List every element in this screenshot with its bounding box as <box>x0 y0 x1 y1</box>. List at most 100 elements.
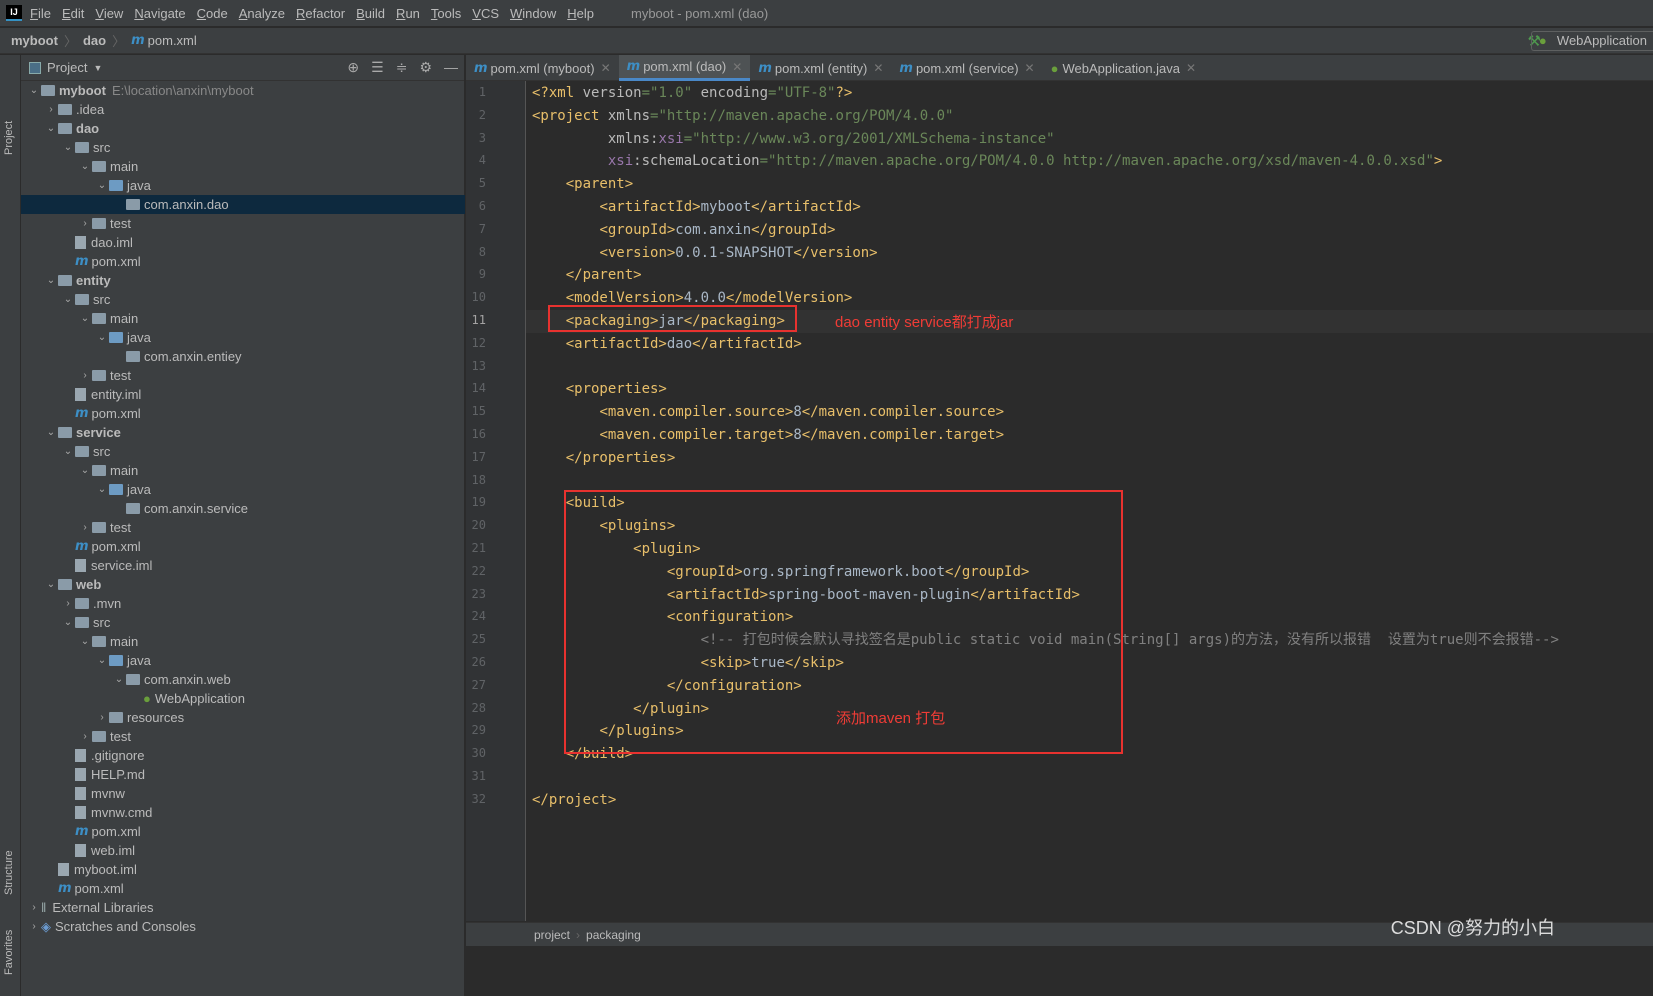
tree-item[interactable]: › .idea <box>21 100 465 119</box>
hide-icon[interactable]: — <box>444 59 458 76</box>
run-configuration-select[interactable]: ● WebApplication <box>1530 31 1653 51</box>
tree-item[interactable]: mvnw.cmd <box>21 803 465 822</box>
tree-item[interactable]: m pom.xml <box>21 822 465 841</box>
menu-refactor[interactable]: Refactor <box>296 6 345 21</box>
menu-analyze[interactable]: Analyze <box>239 6 285 21</box>
tree-item[interactable]: ⌄ java <box>21 651 465 670</box>
tree-item[interactable]: › test <box>21 727 465 746</box>
tree-item[interactable]: ⌄ src <box>21 613 465 632</box>
code-line[interactable]: <artifactId>myboot</artifactId> <box>532 196 860 219</box>
code-line[interactable]: <maven.compiler.target>8</maven.compiler… <box>532 424 1004 447</box>
menu-view[interactable]: View <box>95 6 123 21</box>
tree-item[interactable]: myboot.iml <box>21 860 465 879</box>
tree-item[interactable]: com.anxin.dao <box>21 195 465 214</box>
tree-item[interactable]: ⌄ myboot E:\location\anxin\myboot <box>21 81 465 100</box>
menu-help[interactable]: Help <box>567 6 594 21</box>
tree-item[interactable]: dao.iml <box>21 233 465 252</box>
tree-item[interactable]: entity.iml <box>21 385 465 404</box>
tree-item[interactable]: › ‖ External Libraries <box>21 898 465 917</box>
code-line[interactable]: <?xml version="1.0" encoding="UTF-8"?> <box>532 82 852 105</box>
breadcrumb-pom[interactable]: pom.xml <box>148 33 197 48</box>
close-tab-icon[interactable]: ✕ <box>873 61 883 75</box>
tree-item[interactable]: ● WebApplication <box>21 689 465 708</box>
tree-item[interactable]: m pom.xml <box>21 537 465 556</box>
tree-item[interactable]: com.anxin.entiey <box>21 347 465 366</box>
editor-tab[interactable]: m pom.xml (entity) ✕ <box>750 55 891 81</box>
project-tool-tab[interactable]: Project <box>3 121 15 155</box>
breadcrumb-dao[interactable]: dao <box>83 33 106 48</box>
breadcrumb-myboot[interactable]: myboot <box>11 33 58 48</box>
tree-item[interactable]: HELP.md <box>21 765 465 784</box>
tree-item[interactable]: › test <box>21 518 465 537</box>
code-line[interactable]: <version>0.0.1-SNAPSHOT</version> <box>532 242 877 265</box>
tree-item[interactable]: ⌄ java <box>21 328 465 347</box>
close-tab-icon[interactable]: ✕ <box>732 60 742 74</box>
expand-all-icon[interactable]: ☰ <box>371 59 384 76</box>
locate-icon[interactable]: ⊕ <box>347 59 359 76</box>
tree-item[interactable]: › resources <box>21 708 465 727</box>
tree-item[interactable]: › test <box>21 214 465 233</box>
code-line[interactable]: xmlns:xsi="http://www.w3.org/2001/XMLSch… <box>532 128 1055 151</box>
gear-icon[interactable]: ⚙ <box>419 59 432 76</box>
menu-navigate[interactable]: Navigate <box>134 6 185 21</box>
menu-tools[interactable]: Tools <box>431 6 461 21</box>
favorites-tool-tab[interactable]: Favorites <box>3 930 15 975</box>
menu-code[interactable]: Code <box>197 6 228 21</box>
tree-item[interactable]: ⌄ src <box>21 442 465 461</box>
tree-item[interactable]: ⌄ dao <box>21 119 465 138</box>
tree-item[interactable]: .gitignore <box>21 746 465 765</box>
code-line[interactable]: xsi:schemaLocation="http://maven.apache.… <box>532 150 1442 173</box>
tree-item[interactable]: ⌄ entity <box>21 271 465 290</box>
code-line[interactable]: </properties> <box>532 447 676 470</box>
project-view-select[interactable]: Project <box>47 60 87 75</box>
chevron-down-icon: ⌄ <box>46 275 56 286</box>
tree-item[interactable]: › .mvn <box>21 594 465 613</box>
menu-window[interactable]: Window <box>510 6 556 21</box>
tree-item[interactable]: mvnw <box>21 784 465 803</box>
tree-item[interactable]: m pom.xml <box>21 879 465 898</box>
tree-item[interactable]: ⌄ src <box>21 138 465 157</box>
scratches-icon: ◈ <box>41 919 51 934</box>
tree-item[interactable]: › ◈ Scratches and Consoles <box>21 917 465 936</box>
tree-item[interactable]: ⌄ main <box>21 461 465 480</box>
collapse-all-icon[interactable]: ≑ <box>396 59 408 76</box>
tree-item[interactable]: ⌄ java <box>21 480 465 499</box>
menu-vcs[interactable]: VCS <box>472 6 499 21</box>
status-crumb-project[interactable]: project <box>534 928 570 942</box>
code-line[interactable]: </project> <box>532 789 616 812</box>
tree-item[interactable]: web.iml <box>21 841 465 860</box>
tree-item[interactable]: ⌄ main <box>21 157 465 176</box>
close-tab-icon[interactable]: ✕ <box>601 61 611 75</box>
tree-item[interactable]: com.anxin.service <box>21 499 465 518</box>
tree-item[interactable]: service.iml <box>21 556 465 575</box>
close-tab-icon[interactable]: ✕ <box>1025 61 1035 75</box>
status-crumb-packaging[interactable]: packaging <box>586 928 641 942</box>
code-line[interactable]: <artifactId>dao</artifactId> <box>532 333 802 356</box>
code-line[interactable]: <parent> <box>532 173 633 196</box>
code-line[interactable]: <project xmlns="http://maven.apache.org/… <box>532 105 953 128</box>
code-line[interactable]: <properties> <box>532 378 667 401</box>
code-line[interactable]: <maven.compiler.source>8</maven.compiler… <box>532 401 1004 424</box>
editor-tab[interactable]: m pom.xml (dao) ✕ <box>618 55 751 81</box>
tree-item[interactable]: ⌄ java <box>21 176 465 195</box>
tree-item[interactable]: ⌄ main <box>21 309 465 328</box>
menu-build[interactable]: Build <box>356 6 385 21</box>
tree-item[interactable]: ⌄ web <box>21 575 465 594</box>
structure-tool-tab[interactable]: Structure <box>3 850 15 895</box>
tree-item[interactable]: ⌄ main <box>21 632 465 651</box>
editor-tab[interactable]: m pom.xml (service) ✕ <box>891 55 1042 81</box>
tree-item[interactable]: › test <box>21 366 465 385</box>
code-line[interactable]: </parent> <box>532 264 642 287</box>
menu-run[interactable]: Run <box>396 6 420 21</box>
menu-edit[interactable]: Edit <box>62 6 84 21</box>
editor-tab[interactable]: m pom.xml (myboot) ✕ <box>466 55 619 81</box>
menu-file[interactable]: File <box>30 6 51 21</box>
code-line[interactable]: <groupId>com.anxin</groupId> <box>532 219 835 242</box>
tree-item[interactable]: m pom.xml <box>21 404 465 423</box>
tree-item[interactable]: ⌄ service <box>21 423 465 442</box>
tree-item[interactable]: ⌄ com.anxin.web <box>21 670 465 689</box>
tree-item[interactable]: m pom.xml <box>21 252 465 271</box>
close-tab-icon[interactable]: ✕ <box>1186 61 1196 75</box>
editor-tab[interactable]: ● WebApplication.java ✕ <box>1043 55 1204 81</box>
tree-item[interactable]: ⌄ src <box>21 290 465 309</box>
